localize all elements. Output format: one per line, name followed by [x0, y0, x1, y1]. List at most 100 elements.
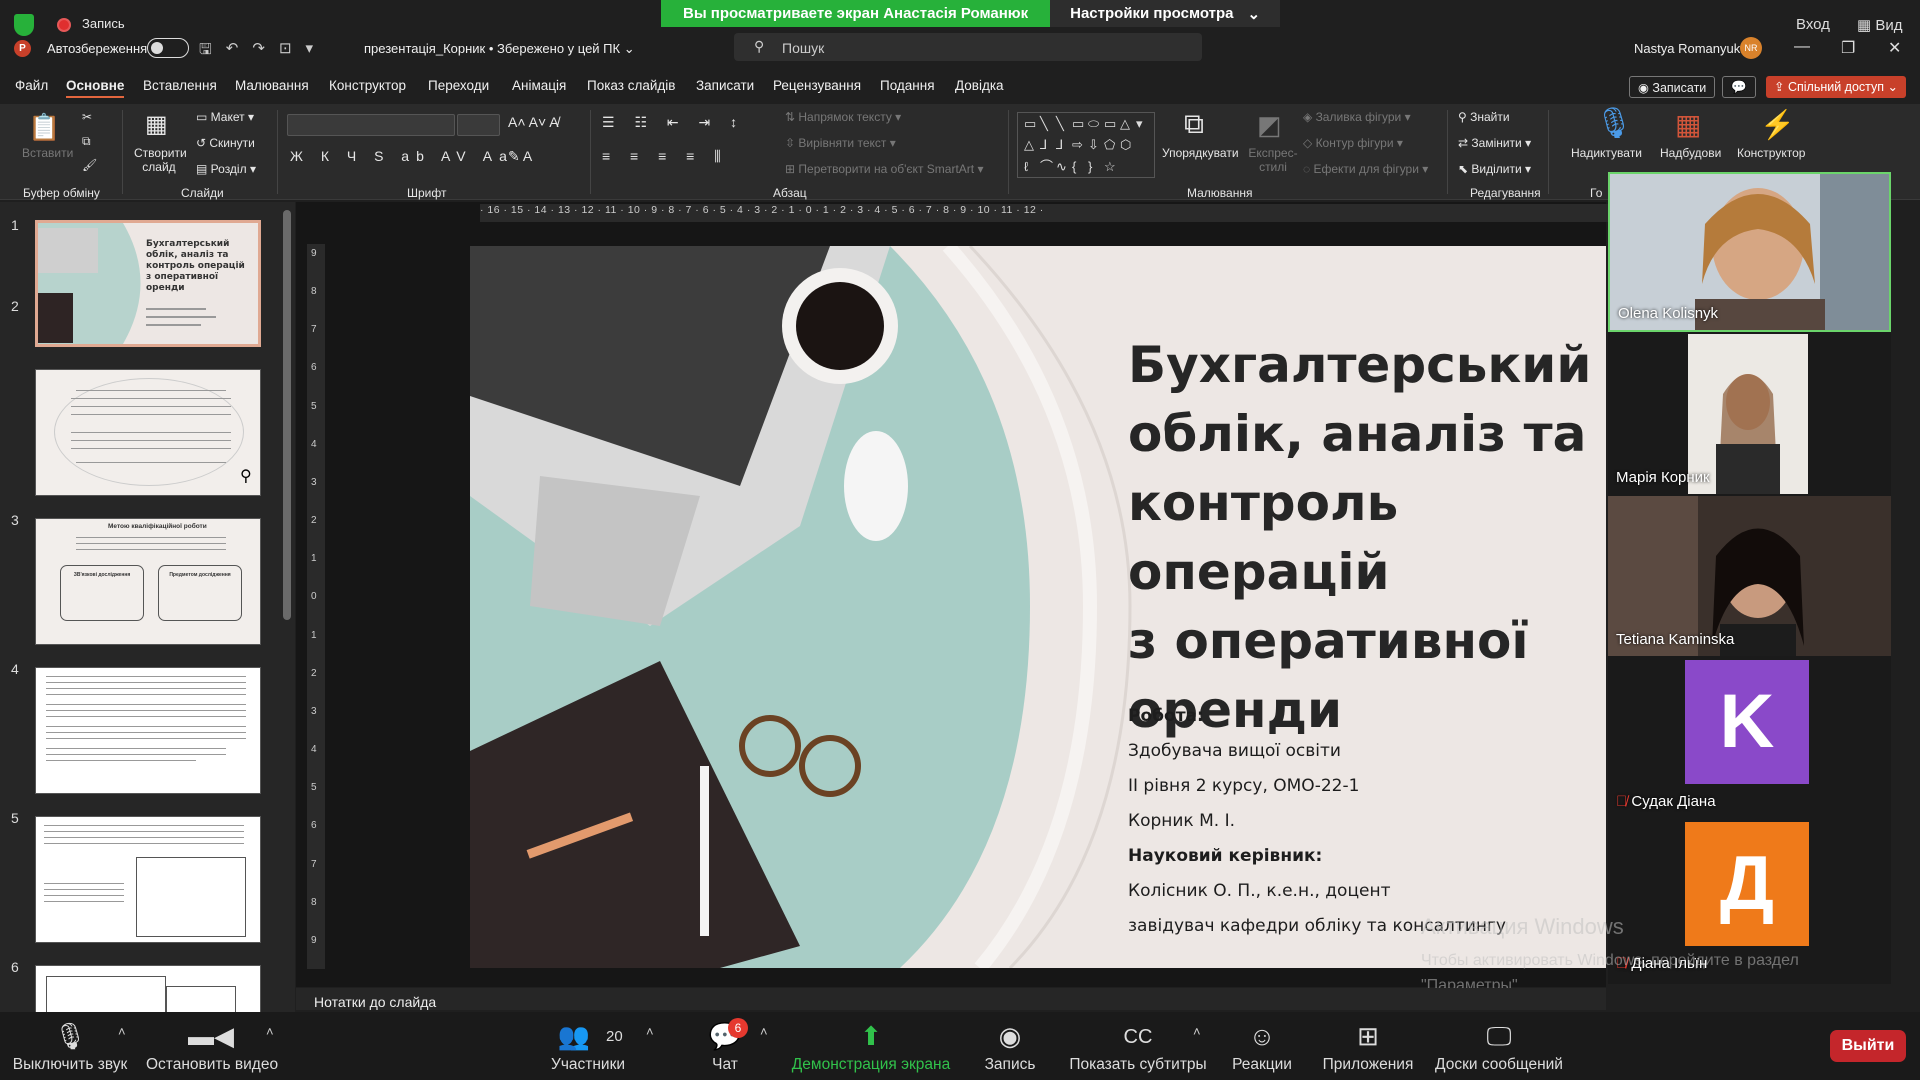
shapes-gallery[interactable]: ▭ ╲ ╲ ▭ ⬭ ▭ △ ▾ △ ⅃ ⅃ ⇨ ⇩ ⬠ ⬡ ℓ ⌒ ∿{} ☆	[1017, 112, 1155, 178]
addins-icon[interactable]: ▦	[1675, 108, 1701, 141]
current-slide[interactable]: Бухгалтерський облік, аналіз та контроль…	[470, 246, 1606, 968]
menu-review[interactable]: Рецензування	[773, 78, 861, 93]
dictate-label[interactable]: Надиктувати	[1571, 146, 1642, 160]
participants-button[interactable]: 👥 20 ˄ Участники	[540, 1012, 654, 1080]
list-buttons[interactable]: ☰ ☷ ⇤ ⇥ ↕	[602, 114, 745, 131]
chat-button[interactable]: 💬 6 ˄ Чат	[680, 1012, 770, 1080]
thumbnails-scrollbar[interactable]	[283, 210, 291, 620]
participant-tile[interactable]: Olena Kolisnyk	[1608, 172, 1891, 332]
highlight-icon[interactable]: ✎ A	[508, 148, 532, 165]
text-direction-button[interactable]: ⇅ Напрямок тексту ▾	[785, 110, 901, 124]
leave-button[interactable]: Выйти	[1830, 1030, 1906, 1062]
reactions-button[interactable]: ☺ Реакции	[1225, 1012, 1299, 1080]
file-name[interactable]: презентація_Корник • Збережено у цей ПК …	[364, 41, 635, 57]
slide-title[interactable]: Бухгалтерський облік, аналіз та контроль…	[1128, 331, 1606, 745]
align-buttons[interactable]: ≡ ≡ ≡ ≡ ⫼	[602, 148, 729, 165]
quick-styles-label[interactable]: Експрес-стилі	[1248, 146, 1298, 174]
font-format-buttons[interactable]: Ж К Ч S ab AV Aa	[290, 148, 514, 164]
user-name[interactable]: Nastya Romanyuk	[1634, 41, 1740, 56]
whiteboards-button[interactable]: 🖵 Доски сообщений	[1428, 1012, 1570, 1080]
arrange-icon[interactable]: ⧉	[1184, 108, 1204, 141]
paste-icon[interactable]: 📋	[28, 112, 60, 143]
arrange-label[interactable]: Упорядкувати	[1162, 146, 1239, 160]
shape-outline-button[interactable]: ◇ Контур фігури ▾	[1303, 136, 1403, 150]
chevron-up-icon[interactable]: ˄	[118, 1024, 126, 1039]
shape-effects-button[interactable]: ◌ Ефекти для фігури ▾	[1303, 162, 1428, 176]
layout-button[interactable]: ▭ Макет ▾	[196, 110, 254, 124]
restore-icon[interactable]: ❐	[1841, 38, 1855, 58]
replace-button[interactable]: ⇄ Замінити ▾	[1458, 136, 1531, 150]
menu-design[interactable]: Конструктор	[329, 78, 406, 93]
microphone-icon[interactable]: 🎙	[1595, 106, 1633, 141]
captions-button[interactable]: CC ˄ Показать субтитры	[1063, 1012, 1213, 1080]
new-slide-icon[interactable]: ▦	[145, 110, 168, 139]
slide-thumbnail-2[interactable]: ⚲	[35, 369, 261, 496]
font-grow-icon[interactable]: A˄ A˅ A̸	[508, 114, 559, 130]
menu-record[interactable]: Записати	[696, 78, 754, 93]
slide-thumbnail-6[interactable]	[35, 965, 261, 1012]
notes-bar[interactable]: Нотатки до слайда	[296, 988, 1606, 1010]
new-slide-label[interactable]: Створити слайд	[134, 146, 187, 174]
record-meeting-button[interactable]: ◉ Запись	[970, 1012, 1050, 1080]
find-button[interactable]: ⚲ Знайти	[1458, 110, 1510, 124]
cut-icon[interactable]: ✂	[82, 110, 92, 124]
participant-tile[interactable]: K 🎙̸ Судак Діана	[1608, 658, 1891, 818]
share-button[interactable]: ⇪ Спільний доступ ⌄	[1766, 76, 1907, 98]
menu-draw[interactable]: Малювання	[235, 78, 309, 93]
apps-button[interactable]: ⊞ Приложения	[1318, 1012, 1418, 1080]
autosave-toggle[interactable]	[147, 38, 189, 58]
reset-button[interactable]: ↺ Скинути	[196, 136, 255, 150]
minimize-icon[interactable]: —	[1794, 38, 1810, 56]
undo-icon[interactable]: ↶	[226, 39, 239, 64]
avatar[interactable]: NR	[1740, 37, 1762, 59]
view-options-button[interactable]: Настройки просмотра ⌄	[1050, 0, 1281, 27]
format-painter-icon[interactable]: 🖌	[82, 158, 97, 172]
menu-slideshow[interactable]: Показ слайдів	[587, 78, 675, 93]
ruler-v-mark: 2	[311, 667, 317, 679]
align-text-button[interactable]: ⇳ Вирівняти текст ▾	[785, 136, 896, 150]
present-icon[interactable]: ⊡	[279, 39, 292, 64]
chevron-up-icon[interactable]: ˄	[1193, 1024, 1201, 1039]
font-size-select[interactable]	[457, 114, 500, 136]
menu-insert[interactable]: Вставлення	[143, 78, 217, 93]
designer-label[interactable]: Конструктор	[1737, 146, 1805, 160]
share-screen-button[interactable]: ⬆ Демонстрация экрана	[786, 1012, 956, 1080]
smartart-button[interactable]: ⊞ Перетворити на об'єкт SmartArt ▾	[785, 162, 983, 176]
participant-tile[interactable]: Марія Корник	[1608, 334, 1891, 494]
slide-thumbnail-5[interactable]	[35, 816, 261, 943]
font-family-select[interactable]	[287, 114, 455, 136]
chevron-up-icon[interactable]: ˄	[266, 1024, 274, 1039]
quick-styles-icon[interactable]: ◩	[1257, 110, 1282, 141]
addins-label[interactable]: Надбудови	[1660, 146, 1721, 160]
slide-thumbnail-1[interactable]: Бухгалтерський облік, аналіз та контроль…	[35, 220, 261, 347]
save-icon[interactable]: 🖫	[199, 39, 212, 64]
video-button[interactable]: ▬◀ ˄ Остановить видео	[146, 1012, 278, 1080]
menu-animations[interactable]: Анімація	[512, 78, 566, 93]
select-button[interactable]: ⬉ Виділити ▾	[1458, 162, 1531, 176]
menu-home[interactable]: Основне	[66, 78, 125, 98]
redo-icon[interactable]: ↷	[252, 39, 265, 64]
customize-icon[interactable]: ▾	[306, 39, 314, 64]
slide-thumbnail-3[interactable]: Метою кваліфікаційної роботи ЗВ'язкові д…	[35, 518, 261, 645]
comments-button[interactable]: 💬	[1722, 76, 1756, 98]
menu-transitions[interactable]: Переходи	[428, 78, 489, 93]
menu-help[interactable]: Довідка	[955, 78, 1004, 93]
shape-fill-button[interactable]: ◈ Заливка фігури ▾	[1303, 110, 1411, 124]
close-icon[interactable]: ✕	[1888, 38, 1901, 58]
view-button[interactable]: ▦ Вид	[1857, 16, 1902, 34]
record-button[interactable]: ◉ Записати	[1629, 76, 1716, 98]
slide-info-block[interactable]: Робота: Здобувача вищої освіти ІІ рівня …	[1128, 699, 1506, 944]
slide-thumbnail-4[interactable]	[35, 667, 261, 794]
search-box[interactable]: ⚲ Пошук	[734, 33, 1202, 61]
designer-icon[interactable]: ⚡	[1760, 108, 1795, 141]
signin-link[interactable]: Вход	[1796, 16, 1830, 33]
paste-label[interactable]: Вставити	[22, 146, 73, 160]
menu-view[interactable]: Подання	[880, 78, 935, 93]
participant-tile[interactable]: Tetiana Kaminska	[1608, 496, 1891, 656]
mute-button[interactable]: 🎙 ˄ Выключить звук	[10, 1012, 130, 1080]
copy-icon[interactable]: ⧉	[82, 134, 91, 149]
menu-file[interactable]: Файл	[15, 78, 48, 93]
chevron-up-icon[interactable]: ˄	[760, 1024, 768, 1039]
section-button[interactable]: ▤ Розділ ▾	[196, 162, 256, 176]
chevron-up-icon[interactable]: ˄	[646, 1024, 654, 1039]
